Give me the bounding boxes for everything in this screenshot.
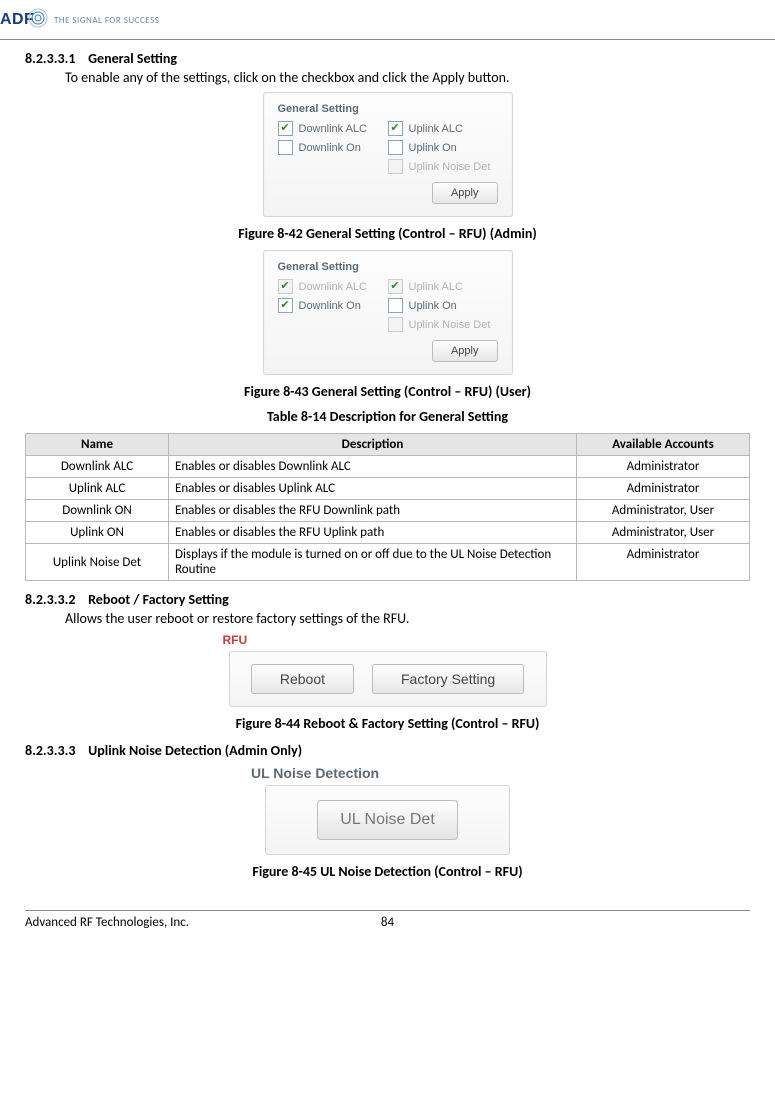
chk-label: Uplink ALC [409,123,463,135]
checkbox-icon [388,317,403,332]
rfu-title: RFU [223,633,547,647]
checkbox-icon: ✔ [278,298,293,313]
apply-button[interactable]: Apply [432,340,498,362]
ul-noise-title: UL Noise Detection [251,765,510,781]
chk-label: Downlink ALC [299,281,367,293]
figure-caption-44: Figure 8-44 Reboot & Factory Setting (Co… [25,715,750,732]
chk-label: Uplink ALC [409,281,463,293]
section-text-2: Allows the user reboot or restore factor… [65,610,750,627]
apply-button[interactable]: Apply [432,182,498,204]
panel-title: General Setting [278,261,498,273]
section-num-3: 8.2.3.3.3 [25,742,75,759]
figure-caption-43: Figure 8-43 General Setting (Control – R… [25,383,750,400]
factory-setting-button[interactable]: Factory Setting [372,664,524,694]
footer-company: Advanced RF Technologies, Inc. [25,915,189,930]
table-row: Uplink ON Enables or disables the RFU Up… [26,522,750,544]
checkbox-item-ul-alc: ✔ Uplink ALC [388,279,498,294]
chk-label: Uplink On [409,300,457,312]
cell-desc: Enables or disables Downlink ALC [169,456,577,478]
table-header-row: Name Description Available Accounts [26,434,750,456]
checkbox-item-ul-on[interactable]: Uplink On [388,298,498,313]
cell-name: Uplink Noise Det [26,544,169,581]
checkbox-icon [388,159,403,174]
section-num-1: 8.2.3.3.1 [25,50,75,67]
th-desc: Description [169,434,577,456]
section-num-2: 8.2.3.3.2 [25,591,75,608]
section-heading-3: 8.2.3.3.3 Uplink Noise Detection (Admin … [25,742,750,759]
checkbox-item-ul-noise: Uplink Noise Det [388,317,498,332]
rfu-panel: Reboot Factory Setting [229,651,547,707]
cell-acct: Administrator [577,544,750,581]
footer: Advanced RF Technologies, Inc. 84 [25,910,750,930]
table-row: Uplink ALC Enables or disables Uplink AL… [26,478,750,500]
panel-title: General Setting [278,103,498,115]
chk-label: Uplink On [409,142,457,154]
section-title-2: Reboot / Factory Setting [88,591,229,608]
table-caption-14: Table 8-14 Description for General Setti… [25,408,750,425]
checkbox-icon: ✔ [388,121,403,136]
section-title-3: Uplink Noise Detection (Admin Only) [88,742,302,759]
checkbox-item-dl-on[interactable]: Downlink On [278,140,388,155]
chk-spacer [278,317,388,332]
rfu-panel-wrapper: RFU Reboot Factory Setting [229,633,547,707]
cell-name: Uplink ALC [26,478,169,500]
chk-label: Downlink ALC [299,123,367,135]
checkbox-item-dl-alc[interactable]: ✔ Downlink ALC [278,121,388,136]
chk-spacer [278,159,388,174]
ul-noise-panel: UL Noise Det [265,785,510,855]
cell-name: Downlink ON [26,500,169,522]
figure-caption-45: Figure 8-45 UL Noise Detection (Control … [25,863,750,880]
reboot-button[interactable]: Reboot [251,664,354,694]
figure-caption-42: Figure 8-42 General Setting (Control – R… [25,225,750,242]
description-table: Name Description Available Accounts Down… [25,433,750,581]
cell-desc: Enables or disables the RFU Downlink pat… [169,500,577,522]
section-text-1: To enable any of the settings, click on … [65,69,750,86]
checkbox-item-ul-alc[interactable]: ✔ Uplink ALC [388,121,498,136]
section-heading-1: 8.2.3.3.1 General Setting [25,50,750,67]
checkbox-icon: ✔ [278,279,293,294]
cell-desc: Enables or disables the RFU Uplink path [169,522,577,544]
cell-name: Downlink ALC [26,456,169,478]
cell-acct: Administrator [577,456,750,478]
header-tagline: THE SIGNAL FOR SUCCESS [54,15,159,26]
chk-label: Downlink On [299,142,361,154]
checkbox-item-ul-noise: Uplink Noise Det [388,159,498,174]
table-row: Uplink Noise Det Displays if the module … [26,544,750,581]
section-title-1: General Setting [88,50,177,67]
general-setting-panel-admin: General Setting ✔ Downlink ALC ✔ Uplink … [263,92,513,217]
chk-label: Uplink Noise Det [409,319,491,331]
checkbox-icon [388,140,403,155]
chk-label: Downlink On [299,300,361,312]
checkbox-item-dl-alc: ✔ Downlink ALC [278,279,388,294]
table-row: Downlink ALC Enables or disables Downlin… [26,456,750,478]
section-heading-2: 8.2.3.3.2 Reboot / Factory Setting [25,591,750,608]
table-row: Downlink ON Enables or disables the RFU … [26,500,750,522]
general-setting-panel-user: General Setting ✔ Downlink ALC ✔ Uplink … [263,250,513,375]
chk-label: Uplink Noise Det [409,161,491,173]
logo: AD F [0,8,50,33]
cell-acct: Administrator, User [577,522,750,544]
checkbox-item-dl-on[interactable]: ✔ Downlink On [278,298,388,313]
checkbox-item-ul-on[interactable]: Uplink On [388,140,498,155]
cell-acct: Administrator [577,478,750,500]
cell-desc: Enables or disables Uplink ALC [169,478,577,500]
cell-name: Uplink ON [26,522,169,544]
cell-acct: Administrator, User [577,500,750,522]
checkbox-icon [278,140,293,155]
th-name: Name [26,434,169,456]
ul-noise-wrapper: UL Noise Detection UL Noise Det [265,765,510,855]
cell-desc: Displays if the module is turned on or o… [169,544,577,581]
ul-noise-det-button[interactable]: UL Noise Det [317,800,458,840]
th-acct: Available Accounts [577,434,750,456]
checkbox-icon: ✔ [278,121,293,136]
checkbox-icon [388,298,403,313]
footer-page: 84 [381,915,394,930]
checkbox-icon: ✔ [388,279,403,294]
svg-text:AD: AD [0,11,24,28]
